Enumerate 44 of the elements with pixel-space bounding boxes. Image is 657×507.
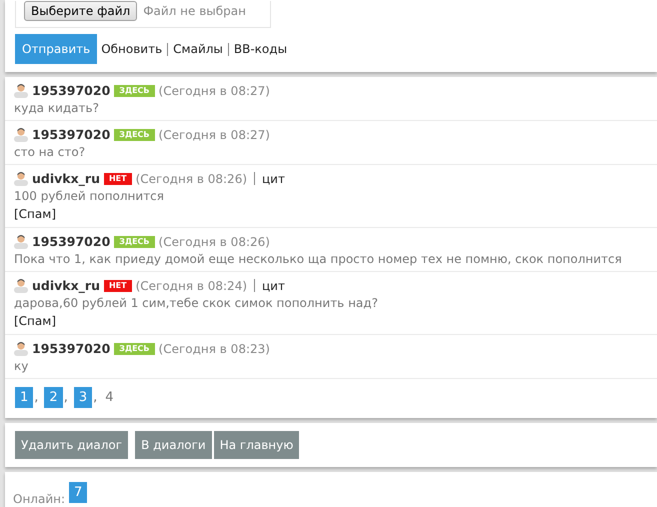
choose-file-button[interactable]: Выберите файл <box>24 1 138 21</box>
toolbar-link[interactable]: Обновить <box>101 42 162 56</box>
author-link[interactable]: 195397020 <box>32 341 110 356</box>
author-link[interactable]: 195397020 <box>32 127 110 142</box>
page-link[interactable]: 4 <box>103 390 116 405</box>
message-time: (Сегодня в 08:26) <box>136 172 248 186</box>
message-text: сто на сто? <box>14 145 86 159</box>
author-link[interactable]: udivkx_ru <box>32 171 100 186</box>
spam-link[interactable]: [Спам] <box>14 207 56 221</box>
message-text: 100 рублей пополнится <box>14 189 165 203</box>
toolbar-link[interactable]: BB-коды <box>234 42 288 56</box>
status-badge: ЗДЕСЬ <box>114 84 155 96</box>
message-time: (Сегодня в 08:27) <box>158 128 270 142</box>
message-time: (Сегодня в 08:26) <box>158 234 270 248</box>
user-icon <box>14 171 28 186</box>
status-badge: НЕТ <box>104 280 132 292</box>
spam-link[interactable]: [Спам] <box>14 314 56 328</box>
page-separator: , <box>64 390 68 405</box>
author-link[interactable]: 195397020 <box>32 83 110 98</box>
status-badge: ЗДЕСЬ <box>114 128 155 140</box>
message-time: (Сегодня в 08:23) <box>158 342 270 356</box>
page-separator: , <box>34 390 38 405</box>
message-text: ку <box>14 359 30 373</box>
user-icon <box>14 83 28 98</box>
user-icon <box>14 341 28 356</box>
message-time: (Сегодня в 08:24) <box>136 278 248 292</box>
message-text: дарова,60 рублей 1 сим,тебе скок симок пополнить над? <box>14 296 379 310</box>
file-status: Файл не выбран <box>143 4 246 18</box>
page-separator: , <box>93 390 98 405</box>
status-badge: НЕТ <box>104 172 132 184</box>
quote-link[interactable]: цит <box>262 172 285 186</box>
online-label: Онлайн: <box>13 492 66 506</box>
user-icon <box>14 127 28 142</box>
status-badge: ЗДЕСЬ <box>114 236 155 248</box>
message-time: (Сегодня в 08:27) <box>158 84 270 98</box>
author-link[interactable]: 195397020 <box>32 234 110 249</box>
message-text: куда кидать? <box>14 101 100 115</box>
message-text: Пока что 1, как приеду домой еще несколько ща просто номер тех не помню, скок пополнится <box>14 252 623 266</box>
user-icon <box>14 278 28 293</box>
toolbar-link[interactable]: Смайлы <box>173 42 223 56</box>
quote-link[interactable]: цит <box>262 278 285 292</box>
status-badge: ЗДЕСЬ <box>114 342 155 354</box>
author-link[interactable]: udivkx_ru <box>32 278 100 293</box>
user-icon <box>14 234 28 249</box>
